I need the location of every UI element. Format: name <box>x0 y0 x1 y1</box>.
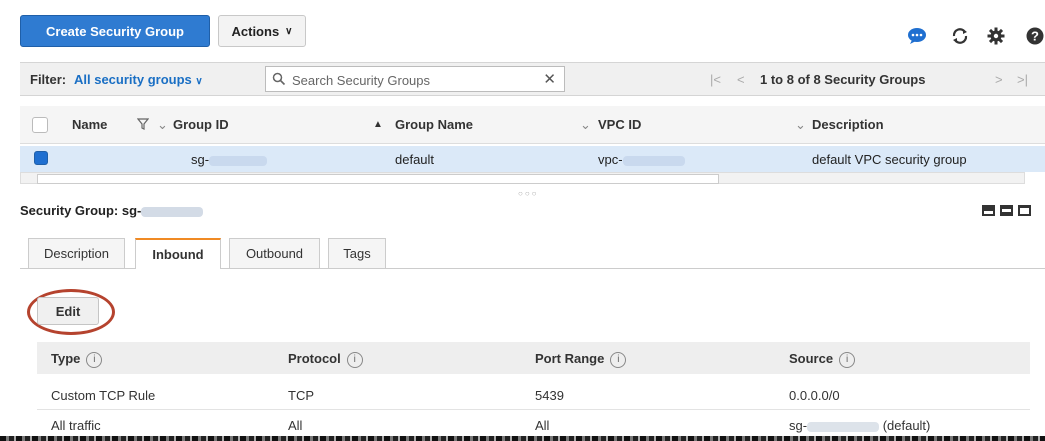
tab-outbound[interactable]: Outbound <box>229 238 320 268</box>
vpc-id-cell: vpc- <box>598 152 685 167</box>
rule-type: Custom TCP Rule <box>51 388 156 403</box>
select-all-checkbox[interactable] <box>32 117 48 133</box>
search-icon <box>272 72 286 86</box>
filter-label: Filter: <box>30 72 67 87</box>
panel-layout-bottom-icon[interactable] <box>982 205 995 216</box>
rules-column-port-range: Port Range i <box>535 351 627 368</box>
sort-dropdown-icon[interactable]: ⌄ <box>580 117 591 133</box>
redacted-id <box>807 421 880 432</box>
horizontal-scrollbar[interactable] <box>20 172 1025 184</box>
svg-text:?: ? <box>1031 29 1039 44</box>
column-vpc-id[interactable]: VPC ID <box>598 117 641 132</box>
rule-type: All traffic <box>51 418 101 433</box>
pager-text: 1 to 8 of 8 Security Groups <box>760 72 926 87</box>
rules-column-source: Source i <box>789 351 856 368</box>
edit-button[interactable]: Edit <box>37 297 99 325</box>
rule-port-range: All <box>535 418 550 433</box>
resize-handle[interactable]: ○○○ <box>518 189 539 198</box>
search-input[interactable] <box>290 70 534 90</box>
table-header: Name ⌄ Group ID ▲ Group Name ⌄ VPC ID ⌄ … <box>20 106 1045 144</box>
rules-column-type: Type i <box>51 351 103 368</box>
filter-icon[interactable] <box>137 118 149 130</box>
info-icon[interactable]: i <box>839 351 856 368</box>
scrollbar-thumb[interactable] <box>37 174 719 184</box>
rule-source: sg- (default) <box>789 418 931 433</box>
row-checkbox[interactable] <box>34 151 48 165</box>
column-group-name[interactable]: Group Name <box>395 117 473 132</box>
redacted-vpc <box>622 155 685 166</box>
detail-title: Security Group: sg- <box>20 203 204 218</box>
chevron-down-icon: ∨ <box>195 76 203 87</box>
rule-protocol: All <box>288 418 303 433</box>
filter-value: All security groups <box>74 72 192 87</box>
next-page-icon[interactable]: > <box>995 72 1003 87</box>
sort-ascending-icon[interactable]: ▲ <box>373 119 383 130</box>
first-page-icon[interactable]: |< <box>710 72 721 87</box>
actions-button[interactable]: Actions ∨ <box>218 15 306 47</box>
column-description[interactable]: Description <box>812 117 884 132</box>
last-page-icon[interactable]: >| <box>1017 72 1028 87</box>
chat-icon[interactable] <box>906 25 928 47</box>
rule-source: 0.0.0.0/0 <box>789 388 840 403</box>
search-box: ✕ <box>265 66 565 92</box>
rule-row: Custom TCP Rule TCP 5439 0.0.0.0/0 <box>37 380 1030 410</box>
info-icon[interactable]: i <box>86 351 103 368</box>
rule-port-range: 5439 <box>535 388 564 403</box>
group-name-cell: default <box>395 152 435 167</box>
table-row[interactable]: sg- default vpc- default VPC security gr… <box>20 146 1045 172</box>
tab-description[interactable]: Description <box>28 238 125 268</box>
sort-dropdown-icon[interactable]: ⌄ <box>157 117 168 133</box>
sort-dropdown-icon[interactable]: ⌄ <box>795 117 806 133</box>
filter-bar: Filter: All security groups ∨ ✕ |< < 1 t… <box>20 62 1045 96</box>
column-name[interactable]: Name <box>72 117 107 132</box>
tab-inbound[interactable]: Inbound <box>135 238 221 269</box>
tab-tags[interactable]: Tags <box>328 238 386 268</box>
info-icon[interactable]: i <box>346 351 363 368</box>
redacted-id <box>209 155 268 166</box>
refresh-icon[interactable] <box>949 25 971 47</box>
panel-layout-split-icon[interactable] <box>1000 205 1013 216</box>
redacted-id <box>141 206 204 217</box>
help-icon[interactable]: ? <box>1024 25 1045 47</box>
rules-column-protocol: Protocol i <box>288 351 363 368</box>
clear-search-icon[interactable]: ✕ <box>543 70 556 88</box>
chevron-down-icon: ∨ <box>285 25 293 37</box>
group-id-cell: sg- <box>191 152 268 167</box>
description-cell: default VPC security group <box>812 152 967 167</box>
rules-table-header: Type i Protocol i Port Range i Source i <box>37 342 1030 374</box>
create-security-group-button[interactable]: Create Security Group <box>20 15 210 47</box>
filter-dropdown[interactable]: All security groups ∨ <box>74 72 203 87</box>
info-icon[interactable]: i <box>610 351 627 368</box>
panel-layout-full-icon[interactable] <box>1018 205 1031 216</box>
column-group-id[interactable]: Group ID <box>173 117 229 132</box>
rule-protocol: TCP <box>288 388 314 403</box>
screenshot-edge <box>0 436 1045 441</box>
settings-icon[interactable] <box>985 25 1007 47</box>
actions-label: Actions <box>231 23 280 39</box>
prev-page-icon[interactable]: < <box>737 72 745 87</box>
